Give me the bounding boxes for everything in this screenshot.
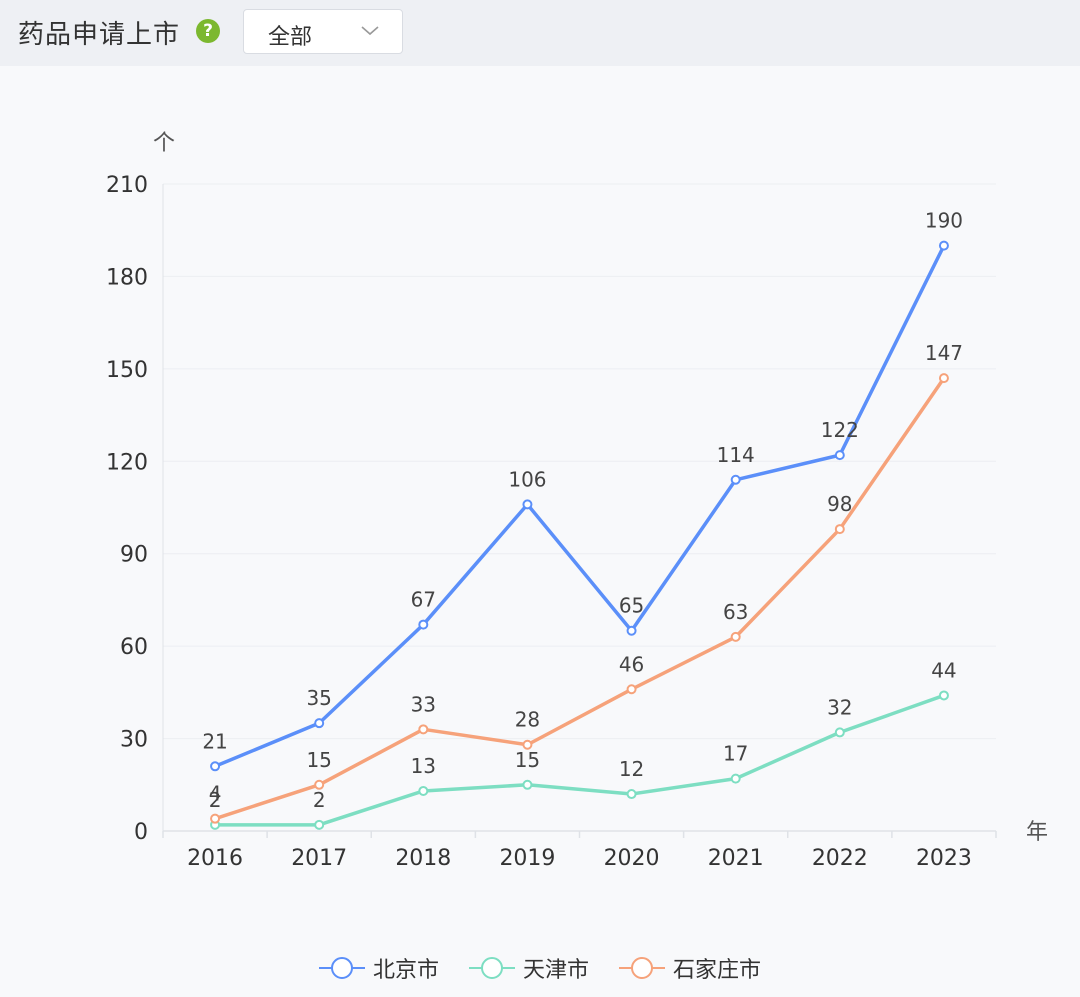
data-point: [938, 690, 949, 701]
data-point: [418, 785, 429, 796]
x-tick-label: 2016: [187, 846, 243, 871]
y-tick-label: 60: [120, 635, 148, 660]
x-axis-label: 年: [1026, 820, 1048, 845]
data-point: [210, 761, 221, 772]
data-label: 13: [411, 754, 436, 778]
data-point: [626, 625, 637, 636]
data-point: [626, 684, 637, 695]
page-title: 药品申请上市: [18, 20, 181, 50]
data-point: [834, 524, 845, 535]
line-chart: 0 30 60 90 120 150 180 210 2016 2017 2018 2019 2020 2…: [106, 131, 1048, 871]
data-label: 15: [306, 748, 331, 772]
data-label: 4: [209, 782, 222, 806]
y-axis-label: 个: [153, 131, 175, 156]
y-tick-label: 120: [106, 450, 148, 475]
x-tick-label: 2019: [499, 846, 555, 871]
data-label: 65: [619, 594, 644, 618]
data-label: 46: [619, 652, 644, 676]
data-point: [626, 789, 637, 800]
data-label: 12: [619, 757, 644, 781]
y-tick-label: 0: [134, 820, 148, 845]
data-point: [834, 450, 845, 461]
y-tick-label: 30: [120, 728, 148, 753]
chart-legend: 北京市 天津市 石家庄市: [0, 950, 1080, 986]
data-label: 21: [202, 729, 227, 753]
data-point: [522, 499, 533, 510]
data-point: [730, 474, 741, 485]
help-icon[interactable]: ?: [196, 19, 220, 43]
legend-marker-icon: [468, 957, 515, 979]
data-label: 67: [411, 588, 436, 612]
legend-label: 石家庄市: [673, 958, 762, 983]
legend-label: 天津市: [522, 958, 589, 983]
select-value: 全部: [268, 25, 313, 50]
x-tick-label: 2020: [604, 846, 660, 871]
data-point: [210, 813, 221, 824]
data-point: [522, 779, 533, 790]
legend-label: 北京市: [372, 958, 439, 983]
data-label: 114: [717, 443, 755, 467]
data-point: [314, 718, 325, 729]
data-point: [418, 619, 429, 630]
data-point: [938, 373, 949, 384]
legend-marker-icon: [318, 957, 365, 979]
legend-item[interactable]: 石家庄市: [619, 952, 761, 984]
x-tick-label: 2018: [395, 846, 451, 871]
x-tick-label: 2023: [916, 846, 972, 871]
data-label: 17: [723, 742, 748, 766]
y-tick-label: 150: [106, 358, 148, 383]
x-tick-label: 2017: [291, 846, 347, 871]
data-point: [938, 240, 949, 251]
legend-item[interactable]: 北京市: [318, 952, 439, 984]
data-point: [730, 631, 741, 642]
data-point: [730, 773, 741, 784]
data-label: 190: [925, 209, 963, 233]
toolbar: 药品申请上市 ? 全部: [0, 0, 1080, 66]
data-label: 2: [313, 788, 326, 812]
x-tick-label: 2021: [708, 846, 764, 871]
data-label: 147: [925, 341, 963, 365]
data-label: 106: [508, 467, 546, 491]
legend-marker-icon: [619, 957, 665, 979]
data-label: 122: [821, 418, 859, 442]
chevron-down-icon: [361, 26, 379, 36]
region-filter-select[interactable]: 全部: [243, 9, 403, 54]
y-tick-label: 90: [120, 543, 148, 568]
data-label: 98: [827, 492, 852, 516]
data-label: 28: [515, 708, 540, 732]
data-point: [834, 727, 845, 738]
y-tick-label: 180: [106, 265, 148, 290]
data-label: 32: [827, 695, 852, 719]
legend-item[interactable]: 天津市: [468, 952, 589, 984]
data-label: 33: [411, 692, 436, 716]
y-tick-label: 210: [106, 173, 148, 198]
data-point: [314, 819, 325, 830]
data-label: 35: [306, 686, 331, 710]
data-point: [418, 724, 429, 735]
data-label: 44: [931, 658, 956, 682]
data-label: 63: [723, 600, 748, 624]
x-tick-label: 2022: [812, 846, 868, 871]
data-label: 15: [515, 748, 540, 772]
